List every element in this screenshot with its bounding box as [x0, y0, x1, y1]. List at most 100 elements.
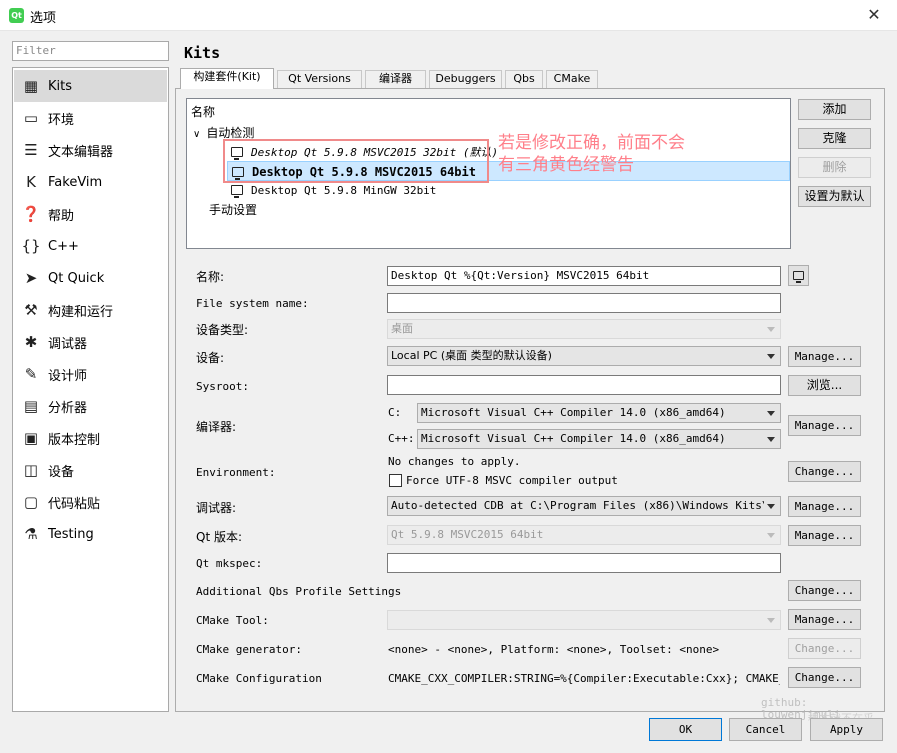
tab-cmake[interactable]: CMake [546, 70, 598, 88]
qt-mkspec-field[interactable] [387, 553, 781, 573]
chevron-down-icon [767, 533, 775, 538]
cmake-generator-label: CMake generator: [196, 643, 302, 656]
qt-quick-icon: ➤ [24, 269, 38, 287]
device-type-label: 设备类型: [196, 323, 249, 337]
code-paste-icon: ▢ [23, 493, 39, 511]
sidebar-item-environment[interactable]: ▭ 环境 [14, 102, 167, 134]
sysroot-field[interactable] [387, 375, 781, 395]
device-select[interactable]: Local PC (桌面 类型的默认设备) [387, 346, 781, 366]
sysroot-label: Sysroot: [196, 380, 249, 393]
qt-logo-icon: Qt [9, 8, 24, 23]
qt-mkspec-label: Qt mkspec: [196, 557, 263, 570]
force-utf8-label: Force UTF-8 MSVC compiler output [406, 474, 618, 487]
fs-name-field[interactable] [387, 293, 781, 313]
change-qbs-profile-button[interactable]: Change... [788, 580, 861, 601]
cmake-generator-value: <none> - <none>, Platform: <none>, Tools… [388, 643, 720, 656]
tab-kits[interactable]: 构建套件(Kit) [180, 68, 274, 89]
sidebar-item-label: 环境 [48, 112, 75, 128]
add-button[interactable]: 添加 [798, 99, 871, 120]
kit-name-field[interactable]: Desktop Qt %{Qt:Version} MSVC2015 64bit [387, 266, 781, 286]
change-environment-button[interactable]: Change... [788, 461, 861, 482]
sidebar-item-label: 帮助 [48, 208, 75, 224]
tree-group-manual[interactable]: 手动设置 [209, 200, 257, 220]
sidebar-item-version-control[interactable]: ▣ 版本控制 [14, 422, 167, 454]
compiler-c-label: C: [388, 406, 402, 419]
pencil-icon: ✎ [24, 365, 38, 383]
environment-label: Environment: [196, 466, 276, 479]
cmake-config-label: CMake Configuration [196, 672, 322, 685]
chevron-down-icon [767, 327, 775, 332]
sidebar-item-label: 构建和运行 [48, 304, 114, 320]
chevron-down-icon [767, 437, 775, 442]
sidebar-item-code-paste[interactable]: ▢ 代码粘贴 [14, 486, 167, 518]
manage-cmake-tool-button[interactable]: Manage... [788, 609, 861, 630]
sidebar-item-qt-quick[interactable]: ➤ Qt Quick [14, 262, 167, 294]
help-icon: ❓ [21, 205, 41, 223]
chevron-down-icon [767, 504, 775, 509]
change-cmake-generator-button[interactable]: Change... [788, 638, 861, 659]
compiler-cpp-value: Microsoft Visual C++ Compiler 14.0 (x86_… [421, 432, 726, 445]
cancel-button[interactable]: Cancel [729, 718, 802, 741]
sidebar-item-help[interactable]: ❓ 帮助 [14, 198, 167, 230]
debugger-label: 调试器: [196, 501, 237, 515]
make-default-button[interactable]: 设置为默认 [798, 186, 871, 207]
tab-qbs[interactable]: Qbs [505, 70, 543, 88]
sidebar-item-cpp[interactable]: {} C++ [14, 230, 167, 262]
environment-value: No changes to apply. [388, 455, 521, 468]
annotation-note: 若是修改正确，前面不会 有三角黄色经警告 [498, 132, 685, 176]
manage-qt-version-button[interactable]: Manage... [788, 525, 861, 546]
sidebar-item-devices[interactable]: ◫ 设备 [14, 454, 167, 486]
monitor-icon: ▭ [23, 109, 39, 127]
tab-debuggers[interactable]: Debuggers [429, 70, 502, 88]
window-title: 选项 [30, 11, 57, 26]
sidebar-item-kits[interactable]: ▦ Kits [14, 70, 167, 102]
sidebar-item-testing[interactable]: ⚗ Testing [14, 518, 167, 550]
kit-icon-button[interactable] [788, 265, 809, 286]
tree-header: 名称 [191, 105, 216, 119]
apply-button[interactable]: Apply [810, 718, 883, 741]
tab-compilers[interactable]: 编译器 [365, 70, 426, 88]
fs-name-label: File system name: [196, 297, 309, 310]
browse-button[interactable]: 浏览... [788, 375, 861, 396]
qt-version-select[interactable]: Qt 5.9.8 MSVC2015 64bit [387, 525, 781, 545]
sidebar-item-text-editor[interactable]: ☰ 文本编辑器 [14, 134, 167, 166]
tab-qt-versions[interactable]: Qt Versions [277, 70, 362, 88]
sidebar-item-debugger[interactable]: ✱ 调试器 [14, 326, 167, 358]
sidebar-item-analyzer[interactable]: ▤ 分析器 [14, 390, 167, 422]
close-icon[interactable]: ✕ [851, 0, 897, 31]
sidebar-item-label: 分析器 [48, 400, 88, 416]
chevron-down-icon [767, 411, 775, 416]
analyzer-icon: ▤ [23, 397, 39, 415]
change-cmake-config-button[interactable]: Change... [788, 667, 861, 688]
page-title: Kits [184, 44, 221, 62]
filter-input[interactable]: Filter [12, 41, 169, 61]
sidebar-item-label: 文本编辑器 [48, 144, 114, 160]
sidebar-item-designer[interactable]: ✎ 设计师 [14, 358, 167, 390]
sidebar-item-label: 设备 [48, 464, 75, 480]
manage-debugger-button[interactable]: Manage... [788, 496, 861, 517]
sidebar-item-label: Qt Quick [48, 270, 105, 286]
qt-version-label: Qt 版本: [196, 530, 243, 544]
device-value: Local PC (桌面 类型的默认设备) [391, 349, 552, 362]
desktop-icon [231, 185, 243, 198]
sidebar-item-build-run[interactable]: ⚒ 构建和运行 [14, 294, 167, 326]
sidebar-item-fakevim[interactable]: K FakeVim [14, 166, 167, 198]
force-utf8-checkbox[interactable] [389, 474, 402, 487]
hammer-icon: ⚒ [24, 301, 38, 319]
manage-device-button[interactable]: Manage... [788, 346, 861, 367]
compiler-cpp-select[interactable]: Microsoft Visual C++ Compiler 14.0 (x86_… [417, 429, 781, 449]
debugger-select[interactable]: Auto-detected CDB at C:\Program Files (x… [387, 496, 781, 516]
debugger-value: Auto-detected CDB at C:\Program Files (x… [391, 499, 764, 512]
clone-button[interactable]: 克隆 [798, 128, 871, 149]
sidebar-item-label: 版本控制 [48, 432, 101, 448]
chevron-down-icon[interactable]: ∨ [193, 129, 200, 140]
ok-button[interactable]: OK [649, 718, 722, 741]
compiler-c-select[interactable]: Microsoft Visual C++ Compiler 14.0 (x86_… [417, 403, 781, 423]
desktop-icon [793, 271, 804, 283]
remove-button[interactable]: 删除 [798, 157, 871, 178]
compiler-c-value: Microsoft Visual C++ Compiler 14.0 (x86_… [421, 406, 726, 419]
device-type-select[interactable]: 桌面 [387, 319, 781, 339]
tree-item-kit[interactable]: Desktop Qt 5.9.8 MinGW 32bit [231, 180, 436, 200]
manage-compiler-button[interactable]: Manage... [788, 415, 861, 436]
cmake-tool-select[interactable] [387, 610, 781, 630]
